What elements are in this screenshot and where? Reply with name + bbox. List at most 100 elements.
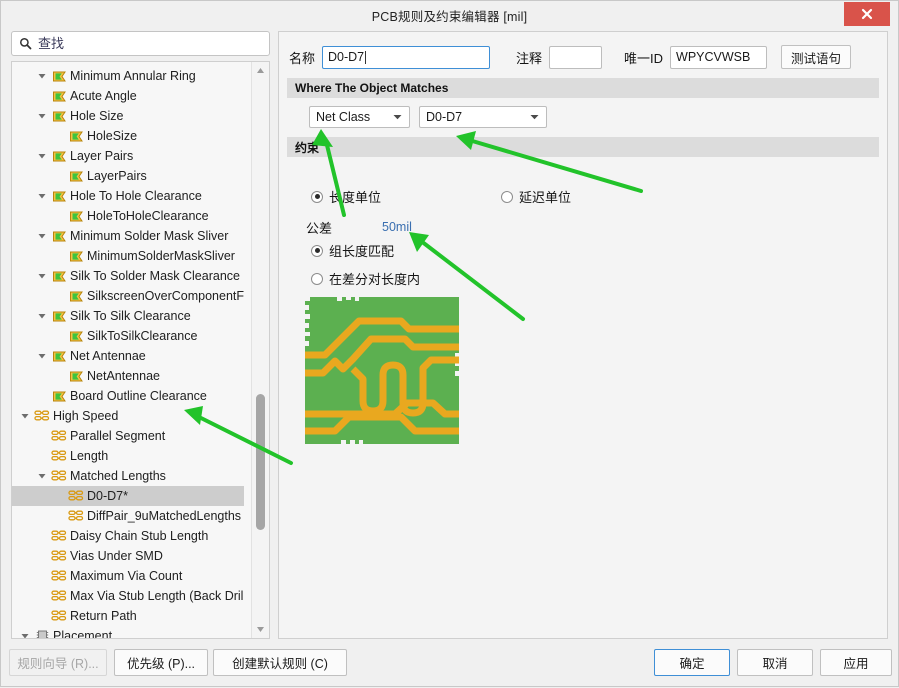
radio-dot-icon (311, 244, 323, 257)
cancel-button[interactable]: 取消 (737, 649, 813, 676)
tree-item-label: LayerPairs (87, 169, 147, 183)
test-query-button[interactable]: 测试语句 (781, 45, 852, 69)
tree-item-silktosilkclearance[interactable]: SilkToSilkClearance (12, 326, 252, 346)
unit-delay-radio[interactable]: 延迟单位 (501, 187, 571, 206)
tree-item-label: DiffPair_9uMatchedLengths (87, 509, 242, 523)
chevron-down-icon (393, 107, 402, 127)
ok-button[interactable]: 确定 (654, 649, 730, 676)
tree-item-hole-size[interactable]: Hole Size (12, 106, 252, 126)
tree-item-matched-lengths[interactable]: Matched Lengths (12, 466, 252, 486)
match-diffpair-label: 在差分对长度内 (329, 272, 421, 287)
tree-item-label: HoleToHoleClearance (87, 209, 209, 223)
tree-item-label: SilkToSilkClearance (87, 329, 198, 343)
tree-item-label: SilkscreenOverComponentF (87, 289, 245, 303)
uid-input[interactable]: WPYCVWSB (670, 45, 768, 69)
rules-tree[interactable]: Minimum Annular Ring Acute Angle Hole Size… (11, 61, 270, 639)
tree-item-silkscreenovercomponentf[interactable]: SilkscreenOverComponentF (12, 286, 252, 306)
comment-label: 注释 (516, 50, 543, 66)
high-speed-icon (49, 610, 69, 622)
high-speed-icon (49, 450, 69, 462)
placement-icon (32, 630, 52, 638)
high-speed-icon (66, 490, 86, 502)
chevron-down-icon[interactable] (35, 232, 49, 240)
chevron-down-icon[interactable] (35, 472, 49, 480)
tree-item-label: Parallel Segment (70, 429, 166, 443)
tree-item-label: Maximum Via Count (70, 569, 183, 583)
tree-item-minimumsoldermasksliver[interactable]: MinimumSolderMaskSliver (12, 246, 252, 266)
tree-item-label: MinimumSolderMaskSliver (87, 249, 235, 263)
tree-item-minimum-solder-mask-sliver[interactable]: Minimum Solder Mask Sliver (12, 226, 252, 246)
tree-item-max-via-stub-length-back-dril[interactable]: Max Via Stub Length (Back Dril (12, 586, 252, 606)
tree-item-minimum-annular-ring[interactable]: Minimum Annular Ring (12, 66, 252, 86)
high-speed-icon (49, 550, 69, 562)
tree-item-vias-under-smd[interactable]: Vias Under SMD (12, 546, 252, 566)
chevron-down-icon[interactable] (35, 72, 49, 80)
match-group-radio[interactable]: 组长度匹配 (311, 241, 394, 260)
tree-item-label: Matched Lengths (70, 469, 166, 483)
scroll-up-icon[interactable] (252, 62, 269, 79)
window-title: PCB规则及约束编辑器 [mil] (371, 10, 528, 24)
tree-item-label: NetAntennae (87, 369, 160, 383)
chevron-down-icon[interactable] (35, 152, 49, 160)
high-speed-icon (66, 510, 86, 522)
scope-value-combo[interactable]: D0-D7 (419, 106, 547, 128)
tree-item-holesize[interactable]: HoleSize (12, 126, 252, 146)
chevron-down-icon[interactable] (35, 112, 49, 120)
chevron-down-icon[interactable] (35, 352, 49, 360)
scroll-down-icon[interactable] (252, 621, 269, 638)
tree-item-label: Vias Under SMD (70, 549, 163, 563)
tree-item-maximum-via-count[interactable]: Maximum Via Count (12, 566, 252, 586)
rule-flag-icon (49, 310, 69, 323)
search-box[interactable] (11, 31, 270, 56)
chevron-down-icon[interactable] (35, 272, 49, 280)
unit-delay-label: 延迟单位 (519, 190, 572, 205)
tree-item-board-outline-clearance[interactable]: Board Outline Clearance (12, 386, 252, 406)
tree-item-layer-pairs[interactable]: Layer Pairs (12, 146, 252, 166)
close-icon[interactable] (844, 2, 890, 26)
tree-item-label: Length (70, 449, 109, 463)
rules-tree-body: Minimum Annular Ring Acute Angle Hole Size… (12, 62, 252, 638)
chevron-down-icon[interactable] (35, 192, 49, 200)
unit-length-radio[interactable]: 长度单位 (311, 187, 381, 206)
tree-item-diffpair-9umatchedlengths[interactable]: DiffPair_9uMatchedLengths (12, 506, 252, 526)
tolerance-value[interactable]: 50mil (382, 220, 412, 234)
create-default-rules-button[interactable]: 创建默认规则 (C) (213, 649, 347, 676)
apply-button[interactable]: 应用 (820, 649, 892, 676)
search-input[interactable] (38, 33, 269, 54)
tree-item-acute-angle[interactable]: Acute Angle (12, 86, 252, 106)
name-input-value: D0-D7 (328, 50, 365, 64)
scrollbar-thumb[interactable] (256, 394, 265, 530)
tree-item-hole-to-hole-clearance[interactable]: Hole To Hole Clearance (12, 186, 252, 206)
chevron-down-icon[interactable] (18, 632, 32, 638)
tree-vertical-scrollbar[interactable] (251, 62, 269, 638)
pcb-rules-dialog: PCB规则及约束编辑器 [mil] Minimum Annular Ring Ac… (0, 0, 899, 687)
rule-flag-icon (49, 230, 69, 243)
tree-item-parallel-segment[interactable]: Parallel Segment (12, 426, 252, 446)
rule-flag-icon (66, 130, 86, 143)
match-diffpair-radio[interactable]: 在差分对长度内 (311, 269, 420, 288)
rule-editor-pane: 名称 D0-D7 注释 唯一ID WPYCVWSB 测试语句 Where The… (278, 31, 888, 639)
tree-item-silk-to-solder-mask-clearance[interactable]: Silk To Solder Mask Clearance (12, 266, 252, 286)
rule-flag-icon (66, 370, 86, 383)
tree-item-holetoholeclearance[interactable]: HoleToHoleClearance (12, 206, 252, 226)
name-input[interactable]: D0-D7 (322, 45, 491, 69)
tree-item-layerpairs[interactable]: LayerPairs (12, 166, 252, 186)
tree-item-netantennae[interactable]: NetAntennae (12, 366, 252, 386)
tree-item-label: Minimum Solder Mask Sliver (70, 229, 229, 243)
rule-wizard-button[interactable]: 规则向导 (R)... (9, 649, 107, 676)
tree-item-length[interactable]: Length (12, 446, 252, 466)
tree-item-silk-to-silk-clearance[interactable]: Silk To Silk Clearance (12, 306, 252, 326)
comment-input[interactable] (549, 45, 603, 69)
tree-item-net-antennae[interactable]: Net Antennae (12, 346, 252, 366)
priority-button[interactable]: 优先级 (P)... (114, 649, 208, 676)
chevron-down-icon[interactable] (35, 312, 49, 320)
tree-item-label: High Speed (53, 409, 119, 423)
tree-item-high-speed[interactable]: High Speed (12, 406, 252, 426)
chevron-down-icon[interactable] (18, 412, 32, 420)
tree-item-placement[interactable]: Placement (12, 626, 252, 638)
rule-flag-icon (66, 210, 86, 223)
tree-item-return-path[interactable]: Return Path (12, 606, 252, 626)
tree-item-daisy-chain-stub-length[interactable]: Daisy Chain Stub Length (12, 526, 252, 546)
tree-item-d0-d7[interactable]: D0-D7* (12, 486, 244, 506)
scope-type-combo[interactable]: Net Class (309, 106, 410, 128)
